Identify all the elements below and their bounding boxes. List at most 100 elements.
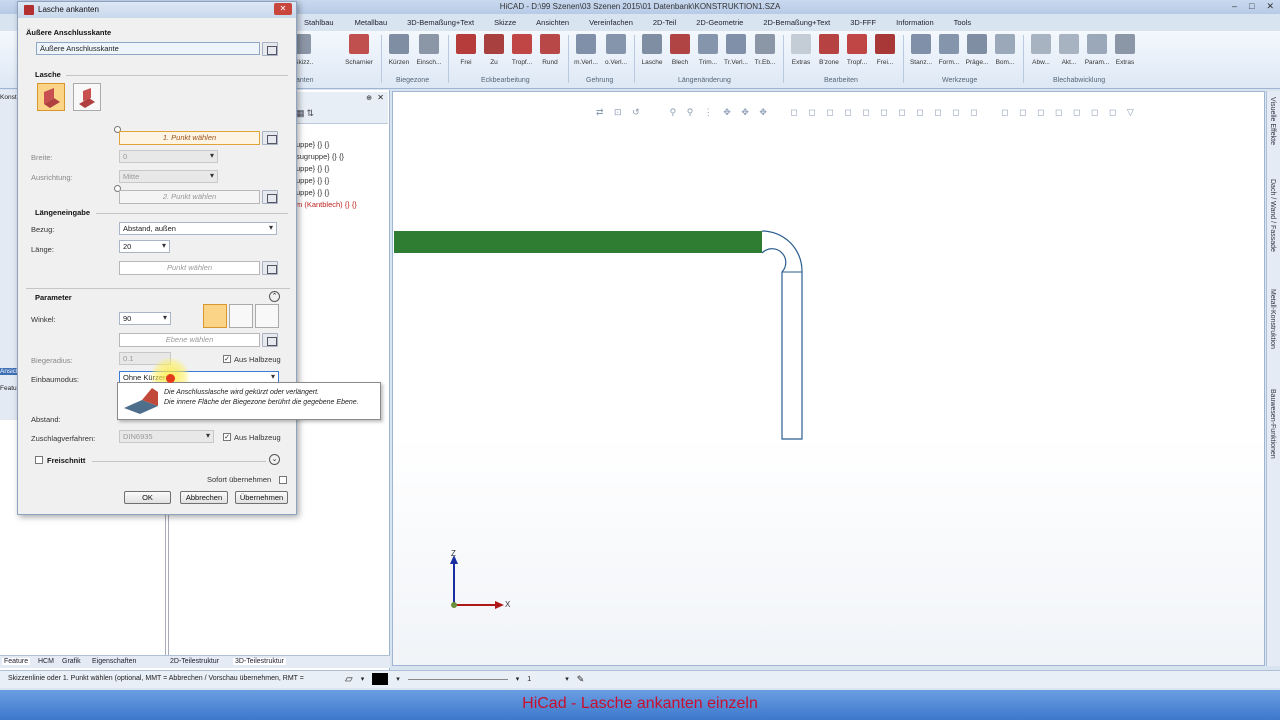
sort-icon[interactable]: ▦⇅: [296, 108, 316, 119]
left-partial-featu[interactable]: Featu: [0, 385, 17, 392]
model-canvas[interactable]: Z X: [393, 92, 1266, 667]
ribbon-btn-bzone[interactable]: B'zone: [814, 34, 844, 66]
tab-grafik[interactable]: Grafik: [62, 658, 81, 665]
ebene-waehlen-button[interactable]: Ebene wählen: [119, 333, 260, 347]
tab-2d-teilestruktur[interactable]: 2D-Teilestruktur: [170, 658, 219, 665]
lasche-type-button-1[interactable]: [37, 83, 65, 111]
tree-item[interactable]: uppe} {} {}: [296, 164, 329, 173]
uebernehmen-button[interactable]: Übernehmen: [235, 491, 288, 504]
ribbon-btn-m-verl[interactable]: m.Verl...: [571, 34, 601, 66]
tab-ansichten[interactable]: Ansichten: [536, 16, 569, 30]
laenge-combo[interactable]: 20: [119, 240, 170, 253]
ribbon-btn-zu[interactable]: Zu: [479, 34, 509, 66]
tab-hcm[interactable]: HCM: [38, 658, 54, 665]
ribbon-btn-tropf[interactable]: Tropf...: [507, 34, 537, 66]
tab-3d-fff[interactable]: 3D-FFF: [850, 16, 876, 30]
abbrechen-button[interactable]: Abbrechen: [180, 491, 228, 504]
collapse-icon[interactable]: ⌃: [269, 291, 280, 302]
maximize-button[interactable]: □: [1249, 1, 1254, 12]
ribbon-btn-o-verl[interactable]: o.Verl...: [601, 34, 631, 66]
ok-button[interactable]: OK: [124, 491, 171, 504]
ribbon-btn-form[interactable]: Form...: [934, 34, 964, 66]
tab-stahlbau[interactable]: Stahlbau: [304, 16, 334, 30]
ribbon-btn-extras-2[interactable]: Extras: [1110, 34, 1140, 66]
tab-metallbau[interactable]: Metallbau: [355, 16, 388, 30]
ausrichtung-combo[interactable]: Mitte: [119, 170, 218, 183]
tab-2d-teil[interactable]: 2D-Teil: [653, 16, 676, 30]
breite-combo[interactable]: 0: [119, 150, 218, 163]
line-width-value[interactable]: 1: [527, 676, 557, 683]
chevron-down-icon[interactable]: ▾: [396, 675, 400, 683]
tab-3d-teilestruktur[interactable]: 3D-Teilestruktur: [233, 658, 287, 665]
pick-point-icon[interactable]: [262, 261, 278, 275]
tab-2d-geometrie[interactable]: 2D-Geometrie: [696, 16, 743, 30]
color-swatch[interactable]: [372, 673, 389, 685]
tab-dach-wand-fassade[interactable]: Dach / Wand / Fassade: [1269, 179, 1276, 252]
tab-tools[interactable]: Tools: [954, 16, 972, 30]
pick-plane-icon[interactable]: [262, 333, 278, 347]
splitter[interactable]: [165, 505, 169, 655]
pick-point1-icon[interactable]: [262, 131, 278, 145]
ribbon-btn-param[interactable]: Param...: [1082, 34, 1112, 66]
tab-metall-konstruktion[interactable]: Metall-Konstruktion: [1269, 289, 1276, 349]
line-style-preview[interactable]: [407, 678, 508, 680]
tree-item-selected[interactable]: m (Kantblech) {} {}: [296, 200, 357, 209]
ribbon-btn-lasche[interactable]: Lasche: [637, 34, 667, 66]
chevron-down-icon[interactable]: ▾: [565, 675, 569, 683]
tab-2d-bemassung[interactable]: 2D-Bemaßung+Text: [763, 16, 830, 30]
tab-skizze[interactable]: Skizze: [494, 16, 516, 30]
ribbon-btn-abw[interactable]: Abw...: [1026, 34, 1056, 66]
tab-vereinfachen[interactable]: Vereinfachen: [589, 16, 633, 30]
winkel-combo[interactable]: 90: [119, 312, 171, 325]
expand-icon[interactable]: ⌄: [269, 454, 280, 465]
angle-mode-button-1[interactable]: [203, 304, 227, 328]
ribbon-btn-scharnier[interactable]: Scharnier: [344, 34, 374, 66]
punkt-waehlen-button[interactable]: Punkt wählen: [119, 261, 260, 275]
ribbon-btn-einsch[interactable]: Einsch...: [414, 34, 444, 66]
halbzeug-checkbox-1[interactable]: ✓: [223, 355, 231, 363]
tree-item[interactable]: uppe} {} {}: [296, 176, 329, 185]
view-toolbar[interactable]: ⇄ ⊡ ↺ ⚲ ⚲ ⋮ ✥ ✥ ✥ ◻ ◻ ◻ ◻ ◻ ◻ ◻ ◻ ◻ ◻ ◻ …: [596, 107, 1138, 118]
pen-icon[interactable]: ✎: [577, 674, 585, 685]
tab-3d-bemassung[interactable]: 3D-Bemaßung+Text: [407, 16, 474, 30]
ribbon-btn-praege[interactable]: Präge...: [962, 34, 992, 66]
ribbon-btn-akt[interactable]: Akt...: [1054, 34, 1084, 66]
tab-eigenschaften[interactable]: Eigenschaften: [92, 658, 136, 665]
zuschlagverfahren-combo[interactable]: DIN6935: [119, 430, 214, 443]
pick-point2-icon[interactable]: [262, 190, 278, 204]
3d-viewport[interactable]: Z X: [392, 91, 1265, 666]
halbzeug-checkbox-2[interactable]: ✓: [223, 433, 231, 441]
ribbon-btn-bom[interactable]: Bom...: [990, 34, 1020, 66]
ribbon-btn-frei[interactable]: Frei: [451, 34, 481, 66]
close-button[interactable]: ✕: [1266, 1, 1274, 12]
tab-bauwesen-funktionen[interactable]: Bauwesen-Funktionen: [1269, 389, 1276, 459]
tab-information[interactable]: Information: [896, 16, 934, 30]
tab-visuelle-effekte[interactable]: Visuelle Effekte: [1269, 97, 1276, 145]
chevron-down-icon[interactable]: ▾: [361, 675, 365, 683]
freischnitt-checkbox[interactable]: [35, 456, 43, 464]
ribbon-btn-tr-verl[interactable]: Tr.Verl...: [721, 34, 751, 66]
tree-item[interactable]: uppe} {} {}: [296, 140, 329, 149]
ribbon-btn-blech[interactable]: Blech: [665, 34, 695, 66]
lasche-type-button-2[interactable]: [73, 83, 101, 111]
punkt2-button[interactable]: 2. Punkt wählen: [119, 190, 260, 204]
punkt1-button[interactable]: 1. Punkt wählen: [119, 131, 260, 145]
tab-feature[interactable]: Feature: [2, 658, 31, 665]
close-icon[interactable]: ✕: [377, 93, 384, 102]
ribbon-btn-kuerzen[interactable]: Kürzen: [384, 34, 414, 66]
ribbon-btn-trim[interactable]: Trim...: [693, 34, 723, 66]
tree-item[interactable]: sugruppe} {} {}: [296, 152, 344, 161]
shape-icon[interactable]: ▱: [345, 674, 353, 685]
ribbon-btn-extras-1[interactable]: Extras: [786, 34, 816, 66]
ribbon-btn-stanz[interactable]: Stanz...: [906, 34, 936, 66]
ribbon-btn-frei-2[interactable]: Frei...: [870, 34, 900, 66]
anschlusskante-field[interactable]: Äußere Anschlusskante: [36, 42, 260, 55]
angle-mode-button-3[interactable]: [255, 304, 279, 328]
dialog-close-button[interactable]: ✕: [274, 3, 292, 15]
minimize-button[interactable]: –: [1232, 1, 1237, 12]
bezug-combo[interactable]: Abstand, außen: [119, 222, 277, 235]
angle-mode-button-2[interactable]: [229, 304, 253, 328]
sofort-checkbox[interactable]: [279, 476, 287, 484]
ribbon-btn-rund[interactable]: Rund: [535, 34, 565, 66]
pick-edge-button[interactable]: [262, 42, 278, 56]
